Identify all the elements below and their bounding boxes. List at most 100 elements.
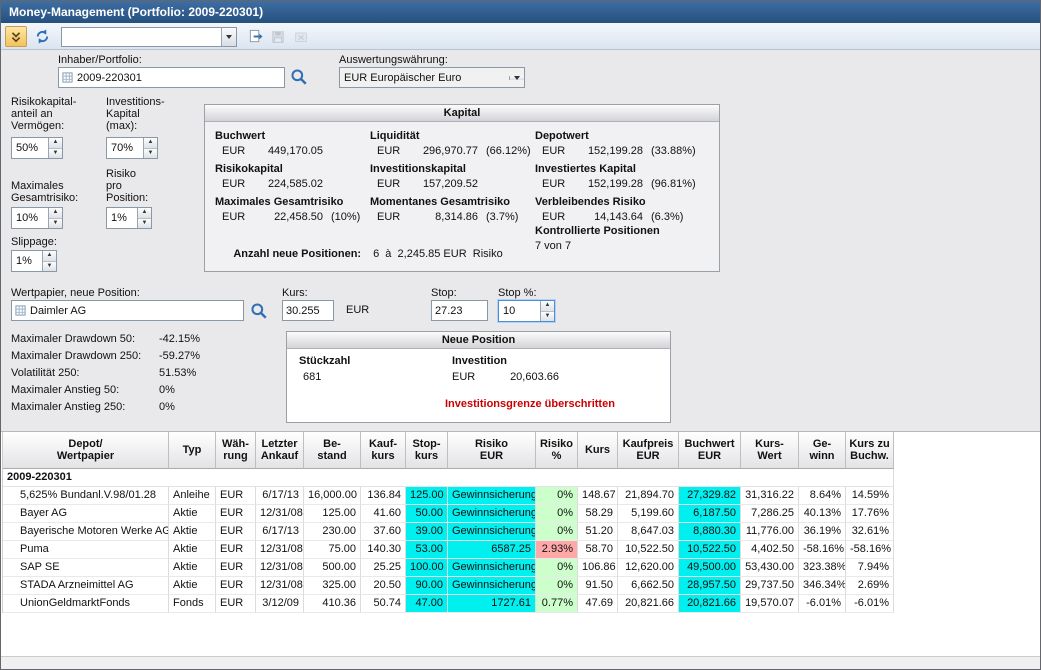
search-wertpapier-button[interactable] [250, 302, 268, 320]
portfolio-group-row[interactable]: 2009-220301 [3, 469, 894, 487]
stat-row: Volatilität 250:51.53% [11, 367, 200, 384]
column-header[interactable]: Stop- kurs [406, 432, 448, 469]
column-header[interactable]: Risiko EUR [448, 432, 536, 469]
spinner-down-button[interactable]: ▼ [43, 262, 56, 272]
max-gesamtrisiko-spinner[interactable]: 10% ▲▼ [11, 207, 63, 229]
grid-cell: 125.00 [406, 487, 448, 505]
spinner-value: 10 [499, 301, 540, 321]
table-row[interactable]: Bayer AGAktieEUR12/31/08125.0041.6050.00… [3, 505, 894, 523]
chevron-down-icon[interactable] [221, 28, 236, 46]
spinner-up-button[interactable]: ▲ [49, 208, 62, 219]
spinner-buttons: ▲▼ [48, 138, 62, 158]
wertpapier-input-value: Daimler AG [30, 305, 86, 317]
toolbar-combobox[interactable] [61, 27, 237, 47]
column-header[interactable]: Depot/ Wertpapier [3, 432, 169, 469]
spinner-buttons: ▲▼ [143, 138, 157, 158]
spinner-down-button[interactable]: ▼ [541, 312, 554, 322]
grid-cell: 12/31/08 [256, 559, 304, 577]
table-row[interactable]: SAP SEAktieEUR12/31/08500.0025.25100.00G… [3, 559, 894, 577]
expand-menu-button[interactable] [5, 26, 27, 47]
risiko-pro-position-spinner[interactable]: 1% ▲▼ [106, 207, 152, 229]
grid-cell: 28,957.50 [679, 577, 741, 595]
spinner-up-button[interactable]: ▲ [49, 138, 62, 149]
column-header[interactable]: Wäh- rung [216, 432, 256, 469]
table-row[interactable]: PumaAktieEUR12/31/0875.00140.3053.006587… [3, 541, 894, 559]
slippage-spinner[interactable]: 1% ▲▼ [11, 250, 57, 272]
stat-row: Maximaler Drawdown 250:-59.27% [11, 350, 200, 367]
column-header[interactable]: Buchwert EUR [679, 432, 741, 469]
stat-value: -59.27% [159, 350, 200, 367]
column-header[interactable]: Kurs zu Buchw. [846, 432, 894, 469]
column-header[interactable]: Typ [169, 432, 216, 469]
spinner-down-button[interactable]: ▼ [49, 219, 62, 229]
search-portfolio-button[interactable] [290, 68, 308, 86]
column-header-label: Risiko % [540, 438, 573, 462]
currency-label: EUR [377, 178, 410, 190]
app-window: Money-Management (Portfolio: 2009-220301… [0, 0, 1041, 670]
kapital-item: Maximales GesamtrisikoEUR22,458.50(10%) [215, 196, 370, 229]
column-header[interactable]: Letzter Ankauf [256, 432, 304, 469]
table-row[interactable]: STADA Arzneimittel AGAktieEUR12/31/08325… [3, 577, 894, 595]
kurs-input[interactable]: 30.255 [282, 300, 334, 321]
spinner-up-button[interactable]: ▲ [43, 251, 56, 262]
grid-cell: Gewinnsicherung [448, 487, 536, 505]
wertpapier-input[interactable]: Daimler AG [11, 300, 244, 321]
column-header[interactable]: Risiko % [536, 432, 578, 469]
risikokapital-spinner[interactable]: 50% ▲▼ [11, 137, 63, 159]
stop-input[interactable]: 27.23 [431, 300, 488, 321]
amount-value: 8,314.86 [410, 211, 478, 223]
grid-cell: 3/12/09 [256, 595, 304, 613]
currency-label: EUR [222, 211, 255, 223]
save-button[interactable] [267, 26, 289, 47]
stat-label: Maximaler Anstieg 250: [11, 401, 159, 418]
grid-cell: 0.77% [536, 595, 578, 613]
percent-value: (6.3%) [651, 211, 683, 223]
kapital-item-label: Maximales Gesamtrisiko [215, 196, 370, 208]
positions-grid: Depot/ WertpapierTypWäh- rung Letzter Ank… [2, 432, 894, 613]
grid-cell: 27,329.82 [679, 487, 741, 505]
chevron-down-icon[interactable] [509, 76, 524, 80]
spinner-value: 70% [107, 138, 143, 158]
wertpapier-label: Wertpapier, neue Position: [11, 287, 140, 299]
security-name-cell: 5,625% Bundanl.V.98/01.28 [3, 487, 169, 505]
grid-cell: Aktie [169, 523, 216, 541]
column-header[interactable]: Kaufpreis EUR [618, 432, 679, 469]
waehrung-select[interactable]: EUR Europäischer Euro [339, 67, 525, 88]
stop-pct-spinner[interactable]: 10 ▲▼ [498, 300, 555, 322]
delete-button[interactable] [290, 26, 312, 47]
spinner-up-button[interactable]: ▲ [541, 301, 554, 312]
investitionskapital-spinner[interactable]: 70% ▲▼ [106, 137, 158, 159]
spinner-up-button[interactable]: ▲ [144, 138, 157, 149]
column-header[interactable]: Kurs [578, 432, 618, 469]
refresh-button[interactable] [31, 26, 53, 47]
chevron-down-glyph [226, 35, 232, 39]
column-header[interactable]: Kurs- Wert [741, 432, 799, 469]
export-button[interactable] [244, 26, 266, 47]
amount-value: 14,143.64 [575, 211, 643, 223]
table-row[interactable]: 5,625% Bundanl.V.98/01.28AnleiheEUR6/17/… [3, 487, 894, 505]
grid-cell: 346.34% [799, 577, 846, 595]
spinner-down-button[interactable]: ▼ [49, 149, 62, 159]
grid-icon [62, 72, 73, 83]
column-header[interactable]: Be- stand [304, 432, 361, 469]
column-header-label: Wäh- rung [222, 438, 249, 462]
column-header[interactable]: Kauf- kurs [361, 432, 406, 469]
positions-panel: Depot/ WertpapierTypWäh- rung Letzter Ank… [1, 431, 1040, 669]
spinner-down-button[interactable]: ▼ [138, 219, 151, 229]
portfolio-input[interactable]: 2009-220301 [58, 67, 285, 88]
kapital-item: LiquiditätEUR296,970.77(66.12%) [370, 130, 535, 163]
spinner-down-button[interactable]: ▼ [144, 149, 157, 159]
risikokapital-label-line: Vermögen: [11, 120, 64, 132]
column-header-label: Letzter Ankauf [261, 438, 298, 462]
grid-cell: 148.67 [578, 487, 618, 505]
stat-value: 0% [159, 384, 175, 401]
spinner-value: 1% [107, 208, 137, 228]
search-icon [250, 302, 268, 320]
investition-label: Investition [452, 355, 507, 367]
grid-cell: 7,286.25 [741, 505, 799, 523]
table-row[interactable]: UnionGeldmarktFondsFondsEUR3/12/09410.36… [3, 595, 894, 613]
column-header[interactable]: Ge- winn [799, 432, 846, 469]
anzahl-neue-positionen: Anzahl neue Positionen:6 à 2,245.85 EUR … [215, 236, 503, 272]
spinner-up-button[interactable]: ▲ [138, 208, 151, 219]
table-row[interactable]: Bayerische Motoren Werke AGAktieEUR6/17/… [3, 523, 894, 541]
